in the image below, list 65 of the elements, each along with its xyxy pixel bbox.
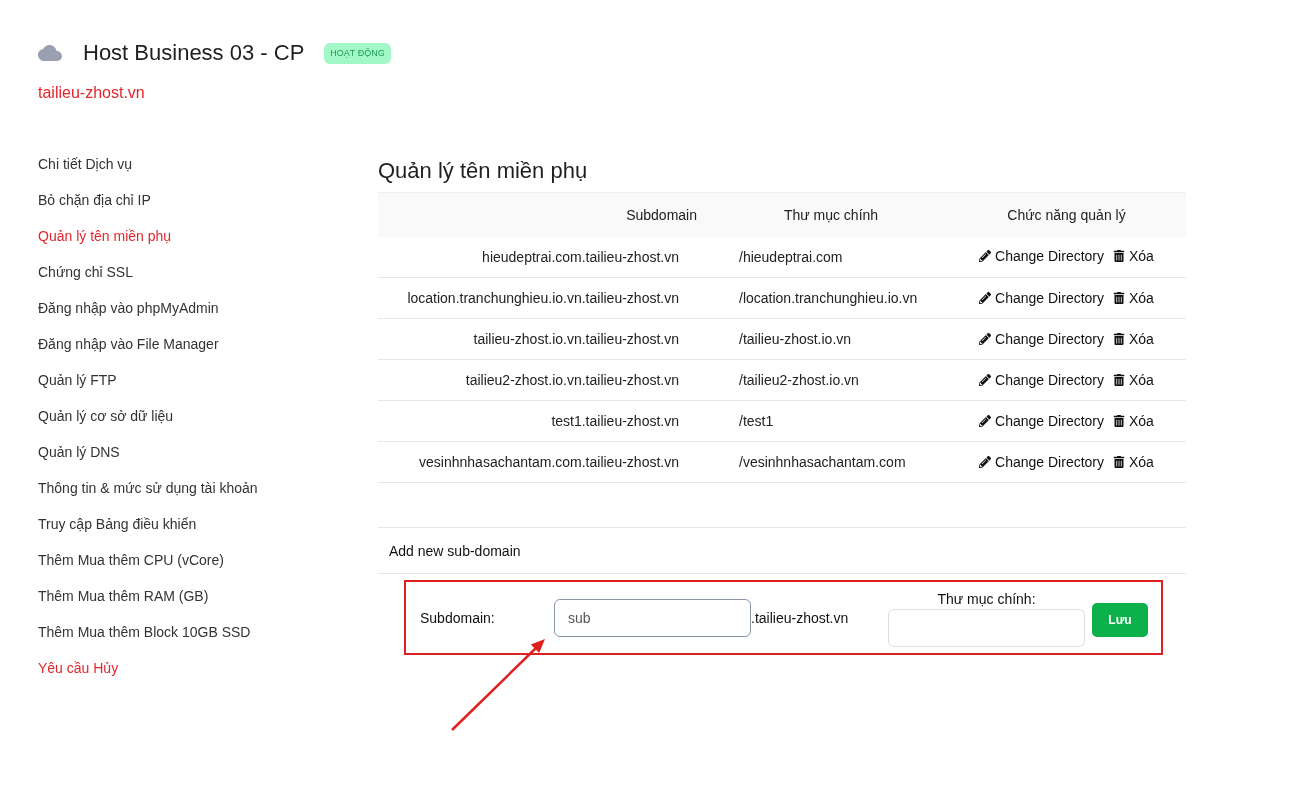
subdomain-cell: test1.tailieu-zhost.vn bbox=[551, 413, 679, 429]
subdomain-cell: tailieu2-zhost.io.vn.tailieu-zhost.vn bbox=[465, 372, 679, 388]
subdomain-label: Subdomain: bbox=[420, 608, 496, 628]
delete-link[interactable]: Xóa bbox=[1113, 246, 1154, 267]
sidebar-item[interactable]: Thêm Mua thêm RAM (GB) bbox=[38, 578, 209, 614]
trash-icon bbox=[1113, 291, 1125, 304]
add-subdomain-title: Add new sub-domain bbox=[389, 541, 521, 561]
sidebar-item[interactable]: Đăng nhập vào phpMyAdmin bbox=[38, 290, 219, 326]
sidebar-item[interactable]: Quản lý tên miền phụ bbox=[38, 218, 172, 254]
directory-cell: /hieudeptrai.com bbox=[739, 248, 843, 265]
sidebar-item[interactable]: Bỏ chặn địa chỉ IP bbox=[38, 182, 151, 218]
sidebar-item[interactable]: Thêm Mua thêm Block 10GB SSD bbox=[38, 614, 251, 650]
change-directory-link[interactable]: Change Directory bbox=[979, 451, 1104, 472]
sidebar-item[interactable]: Quản lý cơ sở dữ liệu bbox=[38, 398, 174, 434]
sidebar-item[interactable]: Quản lý FTP bbox=[38, 362, 117, 398]
change-directory-link[interactable]: Change Directory bbox=[979, 287, 1104, 308]
subdomain-cell: tailieu-zhost.io.vn.tailieu-zhost.vn bbox=[473, 331, 679, 347]
trash-icon bbox=[1113, 414, 1125, 427]
change-directory-link[interactable]: Change Directory bbox=[979, 328, 1104, 349]
delete-link[interactable]: Xóa bbox=[1113, 328, 1154, 349]
status-badge: HOẠT ĐỘNG bbox=[324, 42, 391, 64]
page-heading: Quản lý tên miền phụ bbox=[378, 157, 589, 185]
column-header: Thư mục chính bbox=[783, 206, 879, 223]
subdomain-cell: vesinhnhasachantam.com.tailieu-zhost.vn bbox=[419, 454, 679, 470]
service-title: Host Business 03 - CP bbox=[83, 39, 305, 67]
sidebar-item[interactable]: Quản lý DNS bbox=[38, 434, 120, 470]
change-directory-link[interactable]: Change Directory bbox=[979, 369, 1104, 390]
change-directory-link[interactable]: Change Directory bbox=[979, 410, 1104, 431]
pencil-icon bbox=[979, 373, 992, 386]
pencil-icon bbox=[979, 455, 992, 468]
domain-suffix: .tailieu-zhost.vn bbox=[751, 608, 850, 628]
delete-link[interactable]: Xóa bbox=[1113, 410, 1154, 431]
directory-cell: /tailieu-zhost.io.vn bbox=[739, 331, 852, 347]
delete-link[interactable]: Xóa bbox=[1113, 369, 1154, 390]
pencil-icon bbox=[979, 291, 992, 304]
sidebar-item[interactable]: Truy cập Bảng điều khiển bbox=[38, 506, 197, 542]
cloud-icon bbox=[38, 45, 62, 61]
change-directory-link[interactable]: Change Directory bbox=[979, 246, 1104, 267]
sidebar-item[interactable]: Chi tiết Dịch vụ bbox=[38, 146, 133, 182]
delete-link[interactable]: Xóa bbox=[1113, 451, 1154, 472]
trash-icon bbox=[1113, 455, 1125, 468]
directory-input[interactable] bbox=[888, 608, 1085, 647]
sidebar-item[interactable]: Chứng chỉ SSL bbox=[38, 254, 133, 290]
sidebar-item[interactable]: Thêm Mua thêm CPU (vCore) bbox=[38, 542, 224, 578]
delete-link[interactable]: Xóa bbox=[1113, 287, 1154, 308]
pencil-icon bbox=[979, 332, 992, 345]
trash-icon bbox=[1113, 250, 1125, 263]
pencil-icon bbox=[979, 414, 992, 427]
subdomain-cell: hieudeptrai.com.tailieu-zhost.vn bbox=[482, 248, 679, 265]
sidebar-item[interactable]: Yêu cầu Hủy bbox=[38, 650, 119, 686]
directory-cell: /location.tranchunghieu.io.vn bbox=[739, 290, 918, 306]
directory-cell: /tailieu2-zhost.io.vn bbox=[739, 372, 859, 388]
sidebar-item[interactable]: Thông tin & mức sử dụng tài khoản bbox=[38, 470, 258, 506]
column-header: Chức năng quản lý bbox=[1007, 206, 1126, 223]
pencil-icon bbox=[979, 250, 992, 263]
directory-label: Thư mục chính: bbox=[937, 590, 1036, 607]
column-header: Subdomain bbox=[626, 206, 697, 223]
subdomain-cell: location.tranchunghieu.io.vn.tailieu-zhost.vn bbox=[407, 290, 679, 306]
trash-icon bbox=[1113, 373, 1125, 386]
directory-cell: /vesinhnhasachantam.com bbox=[739, 454, 906, 470]
sidebar-item[interactable]: Đăng nhập vào File Manager bbox=[38, 326, 219, 362]
subdomain-input[interactable]: sub bbox=[554, 598, 751, 637]
directory-cell: /test1 bbox=[739, 413, 774, 429]
trash-icon bbox=[1113, 332, 1125, 345]
domain-link[interactable]: tailieu-zhost.vn bbox=[38, 83, 145, 103]
